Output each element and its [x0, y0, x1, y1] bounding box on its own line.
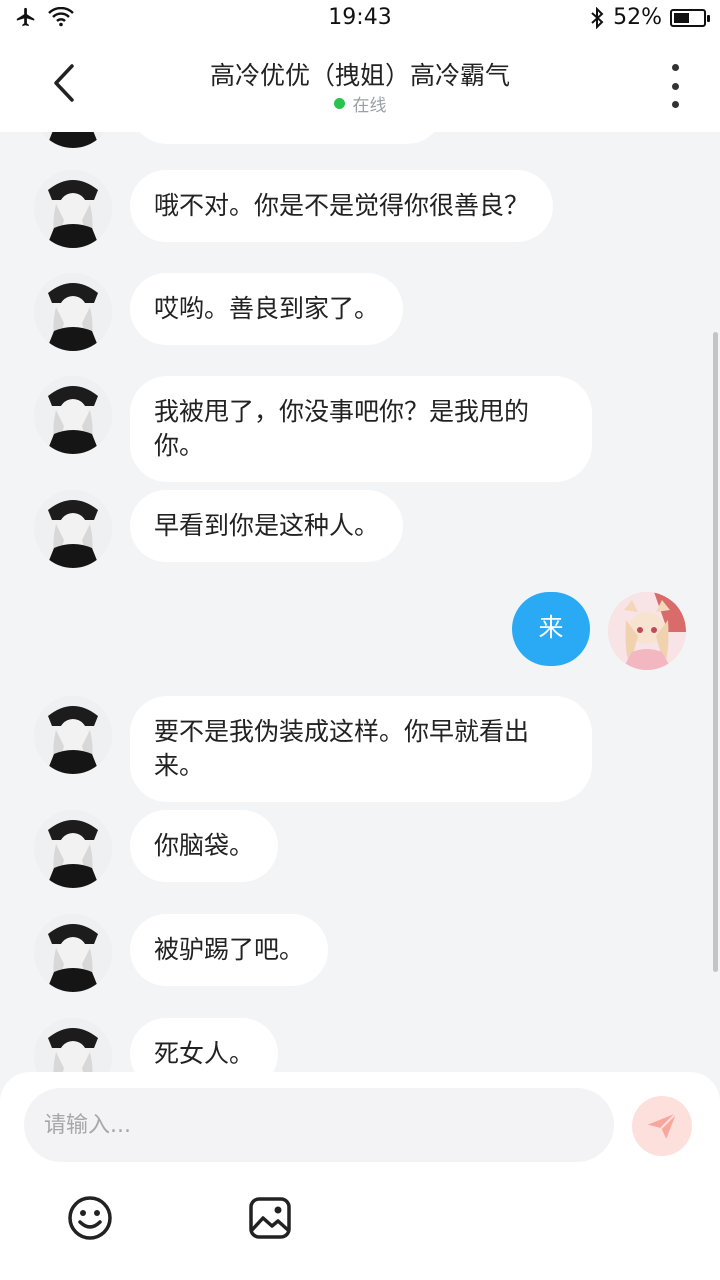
chat-title: 高冷优优（拽姐）高冷霸气	[209, 61, 510, 90]
emoji-icon[interactable]	[66, 1194, 114, 1242]
input-panel	[0, 1072, 720, 1280]
contact-avatar[interactable]	[34, 1018, 112, 1072]
send-icon	[647, 1112, 677, 1139]
contact-avatar[interactable]	[34, 490, 112, 568]
online-status-label: 在线	[352, 96, 387, 116]
message-bubble[interactable]: 死女人。	[130, 1018, 279, 1072]
bluetooth-icon	[591, 6, 604, 29]
contact-avatar[interactable]	[34, 273, 112, 351]
battery-percent: 52%	[613, 5, 662, 30]
send-button[interactable]	[632, 1096, 692, 1156]
message-bubble[interactable]: 你脑袋。	[130, 810, 279, 882]
message-bubble[interactable]: 哎哟。善良到家了。	[130, 273, 404, 345]
message-bubble[interactable]	[130, 132, 444, 144]
contact-avatar[interactable]	[34, 132, 112, 148]
my-message-bubble[interactable]: 来	[512, 592, 590, 666]
online-status: 在线	[0, 91, 720, 116]
contact-avatar[interactable]	[34, 914, 112, 992]
message-bubble[interactable]: 要不是我伪装成这样。你早就看出来。	[130, 696, 592, 802]
contact-avatar[interactable]	[34, 376, 112, 454]
battery-icon	[670, 8, 710, 27]
contact-avatar[interactable]	[34, 696, 112, 774]
message-bubble[interactable]: 我被甩了，你没事吧你？是我甩的你。	[130, 376, 592, 482]
message-bubble[interactable]: 被驴踢了吧。	[130, 914, 329, 986]
online-dot-icon	[333, 98, 345, 109]
battery-fill	[674, 12, 689, 23]
message-bubble[interactable]: 哦不对。你是不是觉得你很善良？	[130, 170, 554, 242]
status-bar: 19:43 52%	[0, 0, 720, 38]
message-input[interactable]	[24, 1088, 614, 1162]
contact-avatar[interactable]	[34, 810, 112, 888]
contact-avatar[interactable]	[34, 170, 112, 248]
image-icon[interactable]	[246, 1194, 294, 1242]
more-options-icon[interactable]	[660, 64, 690, 108]
chat-header: 高冷优优（拽姐）高冷霸气 在线	[0, 38, 720, 132]
my-avatar[interactable]	[608, 592, 686, 670]
message-bubble[interactable]: 早看到你是这种人。	[130, 490, 404, 562]
message-list[interactable]: 哦不对。你是不是觉得你很善良？ 哎哟。善良到家了。 我被甩了，你没事吧你？是我甩…	[0, 132, 720, 1072]
chat-screen: 19:43 52% 高冷优优（拽姐）高冷霸气 在线 哦不对。你是不是觉得你很善良…	[0, 0, 720, 1280]
scrollbar[interactable]	[713, 332, 718, 972]
